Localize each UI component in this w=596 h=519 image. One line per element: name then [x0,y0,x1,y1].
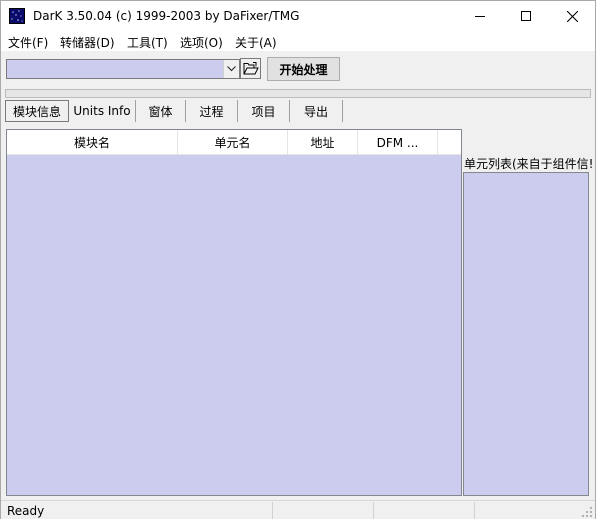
status-divider [474,502,475,519]
tab-units-info[interactable]: Units Info [69,100,136,122]
units-list[interactable] [463,172,589,496]
title-bar[interactable]: DarK 3.50.04 (c) 1999-2003 by DaFixer/TM… [1,1,595,31]
minimize-icon [475,16,485,17]
file-path-combo[interactable] [6,59,240,79]
maximize-button[interactable] [503,1,549,31]
module-list[interactable]: 模块名 单元名 地址 DFM ... [6,129,462,496]
progress-bar [5,89,591,98]
close-icon [566,10,578,22]
app-icon[interactable] [9,8,25,24]
tab-exports[interactable]: 导出 [290,100,343,122]
status-divider [272,502,273,519]
menu-file[interactable]: 文件(F) [8,34,48,51]
status-text: Ready [7,504,45,518]
browse-button[interactable] [240,58,261,79]
tab-bar: 模块信息 Units Info 窗体 过程 项目 导出 [5,100,591,124]
chevron-down-icon [227,66,236,72]
menu-options[interactable]: 选项(O) [180,34,223,51]
tab-project[interactable]: 项目 [238,100,290,122]
tab-forms[interactable]: 窗体 [136,100,186,122]
resize-grip-icon[interactable] [581,506,593,518]
maximize-icon [521,11,531,21]
status-bar: Ready [1,500,595,519]
menu-bar: 文件(F) 转储器(D) 工具(T) 选项(O) 关于(A) [1,31,595,51]
open-folder-icon [243,61,259,74]
tab-module-info[interactable]: 模块信息 [5,100,69,122]
window-title: DarK 3.50.04 (c) 1999-2003 by DaFixer/TM… [33,9,300,23]
minimize-button[interactable] [457,1,503,31]
tab-procedures[interactable]: 过程 [186,100,238,122]
status-divider [373,502,374,519]
menu-dumper[interactable]: 转储器(D) [60,34,115,51]
column-header-dfm[interactable]: DFM ... [358,130,438,155]
menu-tools[interactable]: 工具(T) [127,34,168,51]
column-header-unit-name[interactable]: 单元名 [178,130,288,155]
column-header-address[interactable]: 地址 [288,130,358,155]
combo-dropdown-button[interactable] [223,60,239,78]
close-button[interactable] [549,1,595,31]
start-processing-button[interactable]: 开始处理 [267,57,340,81]
units-list-label: 单元列表(来自于组件信! [464,157,594,171]
app-window: DarK 3.50.04 (c) 1999-2003 by DaFixer/TM… [0,0,596,519]
list-header: 模块名 单元名 地址 DFM ... [7,130,461,155]
menu-about[interactable]: 关于(A) [235,34,277,51]
column-header-module-name[interactable]: 模块名 [7,130,178,155]
